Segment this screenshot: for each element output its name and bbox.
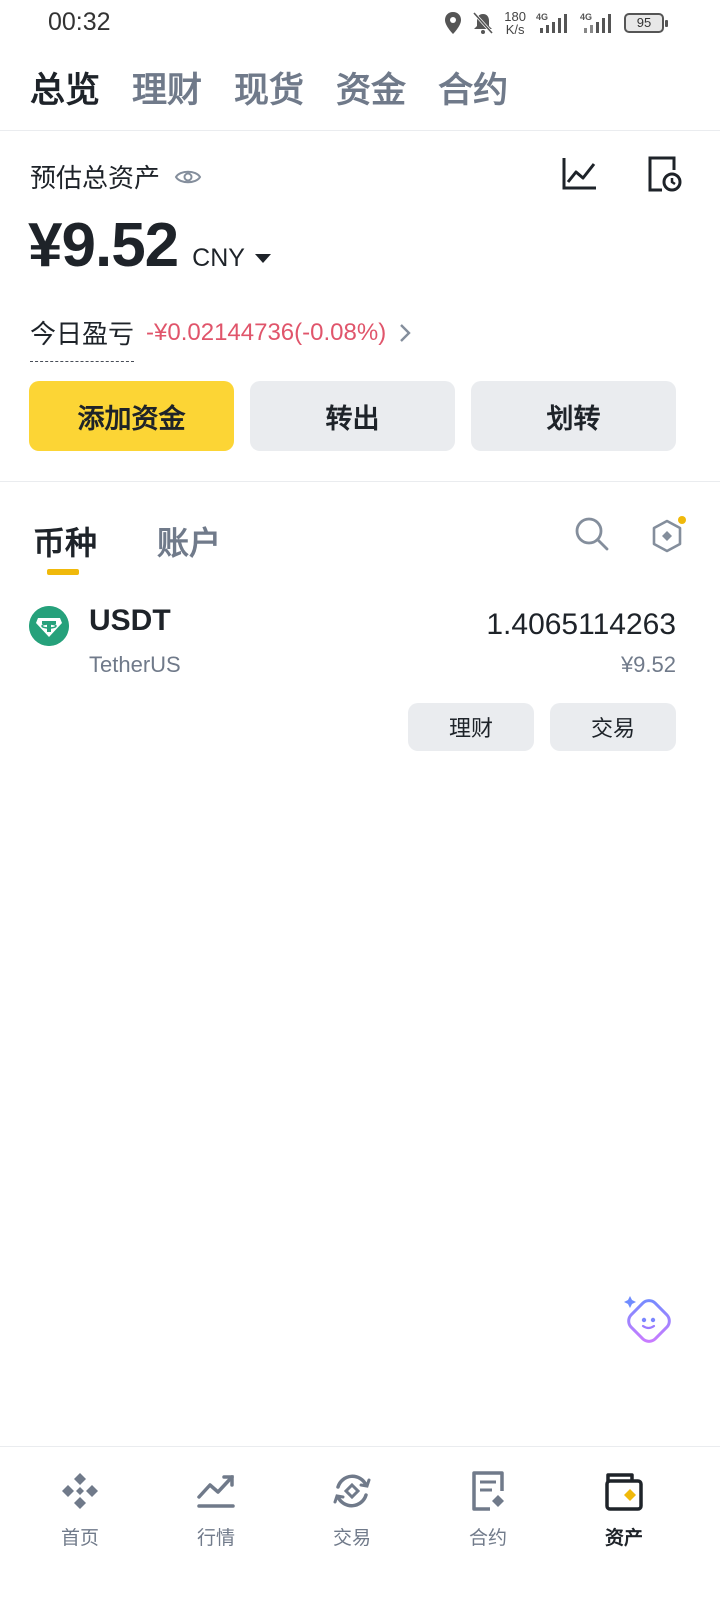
asset-tools <box>574 516 688 556</box>
withdraw-button[interactable]: 转出 <box>250 381 455 451</box>
search-icon[interactable] <box>574 516 610 552</box>
pnl-chart-icon[interactable] <box>560 154 600 194</box>
tab-overview[interactable]: 总览 <box>30 62 100 113</box>
today-pnl-value: -¥0.02144736(-0.08%) <box>146 319 387 346</box>
estimated-balance-label: 预估总资产 <box>30 158 202 195</box>
earn-button[interactable]: 理财 <box>408 703 534 751</box>
today-pnl-label: 今日盈亏 <box>30 314 135 362</box>
add-funds-button[interactable]: 添加资金 <box>29 381 234 451</box>
svg-text:4G: 4G <box>536 12 548 22</box>
balance-row: ¥9.52 CNY <box>28 210 271 281</box>
caret-down-icon <box>254 254 271 263</box>
signal-icon: 4G <box>536 12 567 33</box>
nav-markets-label: 行情 <box>196 1527 235 1549</box>
location-icon <box>445 12 462 34</box>
nav-markets[interactable]: 行情 <box>148 1447 284 1600</box>
currency-label: CNY <box>192 244 245 272</box>
settings-hex-icon[interactable] <box>650 516 688 556</box>
transfer-button[interactable]: 划转 <box>471 381 676 451</box>
usdt-logo-icon <box>29 606 69 646</box>
wallet-icon <box>605 1473 643 1511</box>
asset-amount: 1.4065114263 <box>486 608 676 641</box>
tab-accounts[interactable]: 账户 <box>157 518 221 564</box>
top-tabs: 总览 理财 现货 资金 合约 <box>30 62 508 113</box>
markets-icon <box>197 1475 235 1508</box>
history-icon[interactable] <box>644 154 684 194</box>
asset-symbol: USDT <box>89 604 171 637</box>
asset-name: TetherUS <box>89 652 181 677</box>
trade-button[interactable]: 交易 <box>550 703 676 751</box>
signal-icon-2: 4G <box>580 12 611 33</box>
divider <box>0 481 720 482</box>
today-pnl-row[interactable]: 今日盈亏 -¥0.02144736(-0.08%) <box>30 304 412 362</box>
tab-spot[interactable]: 现货 <box>234 62 304 113</box>
chevron-right-icon <box>400 324 411 342</box>
mute-bell-icon <box>473 11 494 35</box>
svg-text:4G: 4G <box>580 12 592 22</box>
overview-tools <box>560 154 684 194</box>
status-icons: 180 K/s 4G 4G 95 <box>444 8 668 38</box>
asset-fiat-value: ¥9.52 <box>620 652 676 677</box>
asset-row-actions: 理财 交易 <box>408 703 676 751</box>
action-buttons: 添加资金 转出 划转 <box>29 381 676 451</box>
tab-earn[interactable]: 理财 <box>132 62 202 113</box>
tab-coins[interactable]: 币种 <box>33 518 97 564</box>
ai-assistant-icon[interactable] <box>620 1294 674 1348</box>
assets-page: 00:32 180 K/s 4G 4G 95 总览 理财 现货 资金 合约 预估… <box>0 0 720 1600</box>
status-time: 00:32 <box>48 8 111 36</box>
nav-trade-label: 交易 <box>332 1527 371 1549</box>
bottom-nav: 首页 行情 交易 合约 资产 <box>0 1446 720 1600</box>
status-bar: 00:32 180 K/s 4G 4G 95 <box>0 0 720 46</box>
nav-home[interactable]: 首页 <box>12 1447 148 1600</box>
nav-assets[interactable]: 资产 <box>556 1447 692 1600</box>
nav-futures-label: 合约 <box>468 1527 507 1549</box>
tab-funding[interactable]: 资金 <box>336 62 406 113</box>
battery-indicator: 95 <box>624 13 668 33</box>
active-tab-indicator <box>47 569 79 575</box>
tab-futures[interactable]: 合约 <box>438 62 508 113</box>
divider <box>0 130 720 131</box>
currency-selector[interactable]: CNY <box>192 244 271 273</box>
network-speed: 180 K/s <box>504 9 526 37</box>
trade-icon <box>333 1474 371 1508</box>
nav-trade[interactable]: 交易 <box>284 1447 420 1600</box>
estimated-balance-text: 预估总资产 <box>30 164 161 194</box>
nav-assets-label: 资产 <box>604 1527 643 1549</box>
eye-icon[interactable] <box>174 167 202 187</box>
nav-home-label: 首页 <box>60 1527 99 1549</box>
home-icon <box>62 1473 98 1509</box>
asset-tabs: 币种 账户 <box>33 518 221 564</box>
nav-futures[interactable]: 合约 <box>420 1447 556 1600</box>
total-balance: ¥9.52 <box>28 211 179 280</box>
futures-icon <box>472 1471 504 1511</box>
